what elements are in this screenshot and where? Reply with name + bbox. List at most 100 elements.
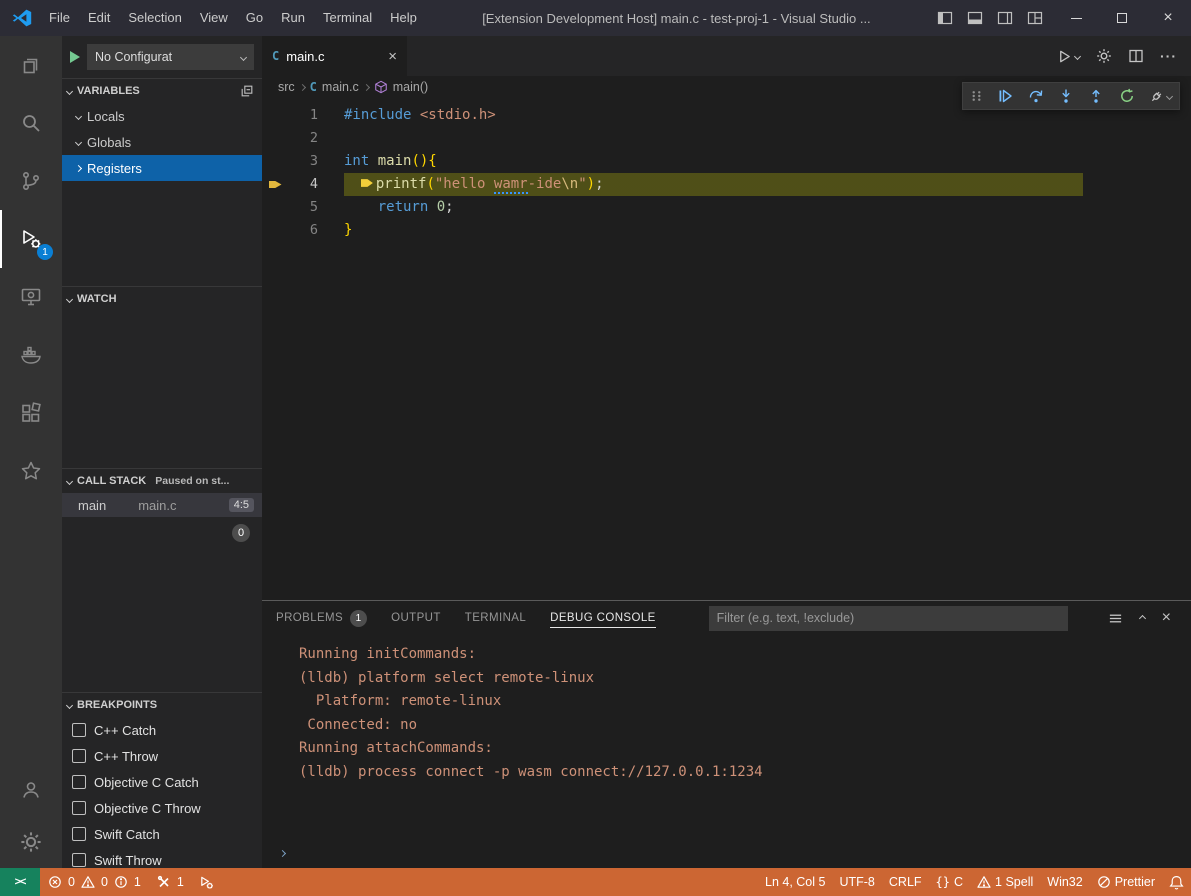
menu-selection[interactable]: Selection — [119, 0, 190, 36]
code-line[interactable]: 3int main(){ — [262, 150, 1191, 173]
breakpoint-objc-catch[interactable]: Objective C Catch — [62, 769, 262, 795]
editor-settings-button[interactable] — [1096, 48, 1112, 64]
checkbox[interactable] — [72, 775, 86, 789]
current-statement-arrow-icon[interactable] — [262, 173, 288, 196]
cursor-position[interactable]: Ln 4, Col 5 — [758, 875, 832, 889]
source-control-icon[interactable] — [0, 152, 62, 210]
tab-main-c[interactable]: C main.c × — [262, 36, 407, 76]
watch-header[interactable]: WATCH — [62, 287, 262, 311]
checkbox[interactable] — [72, 749, 86, 763]
glyph-margin[interactable] — [262, 196, 288, 219]
minimize-button[interactable] — [1053, 0, 1099, 36]
problems-status[interactable]: 0 0 1 — [40, 868, 149, 896]
window-controls: × — [1053, 0, 1191, 36]
console-input-prompt[interactable] — [280, 844, 285, 859]
extensions-icon[interactable] — [0, 384, 62, 442]
settings-gear-icon[interactable] — [0, 816, 62, 868]
glyph-margin[interactable] — [262, 104, 288, 127]
continue-button[interactable] — [997, 88, 1013, 104]
step-out-button[interactable] — [1088, 88, 1104, 104]
tab-close-icon[interactable]: × — [388, 48, 397, 65]
tab-problems[interactable]: PROBLEMS 1 — [276, 610, 367, 627]
close-panel-icon[interactable]: × — [1162, 609, 1171, 627]
breadcrumb-symbol[interactable]: main() — [393, 80, 428, 94]
explorer-icon[interactable] — [0, 36, 62, 94]
checkbox[interactable] — [72, 723, 86, 737]
language-mode[interactable]: {} C — [929, 875, 970, 889]
toggle-sidebar-icon[interactable] — [937, 10, 953, 26]
breakpoint-cpp-throw[interactable]: C++ Throw — [62, 743, 262, 769]
breakpoints-header[interactable]: BREAKPOINTS — [62, 693, 262, 717]
disconnect-button[interactable] — [1149, 88, 1172, 104]
console-filter-input[interactable] — [709, 606, 1068, 631]
remote-explorer-icon[interactable] — [0, 268, 62, 326]
platform-indicator[interactable]: Win32 — [1040, 875, 1089, 889]
code-editor[interactable]: 1#include <stdio.h>23int main(){4 printf… — [262, 98, 1191, 600]
customize-layout-icon[interactable] — [1027, 10, 1043, 26]
filter-lines-icon[interactable] — [1108, 611, 1123, 626]
breadcrumb-file[interactable]: main.c — [322, 80, 359, 94]
call-stack-header[interactable]: CALL STACK Paused on st... — [62, 469, 262, 493]
code-line[interactable]: 6} — [262, 219, 1191, 242]
variables-header[interactable]: VARIABLES — [62, 79, 262, 103]
breakpoint-swift-catch[interactable]: Swift Catch — [62, 821, 262, 847]
toolchain-status[interactable]: 1 — [149, 868, 192, 896]
remote-indicator[interactable]: >< — [0, 868, 40, 896]
maximize-button[interactable] — [1099, 0, 1145, 36]
menu-terminal[interactable]: Terminal — [314, 0, 381, 36]
inline-breakpoint-icon[interactable] — [361, 177, 373, 189]
eol-indicator[interactable]: CRLF — [882, 875, 929, 889]
code-line[interactable]: 4 printf("hello wamr-ide\n"); — [262, 173, 1191, 196]
debug-status-icon[interactable] — [192, 868, 221, 896]
menu-help[interactable]: Help — [381, 0, 426, 36]
toolbar-drag-handle[interactable] — [970, 88, 983, 104]
step-into-button[interactable] — [1058, 88, 1074, 104]
checkbox[interactable] — [72, 827, 86, 841]
favorites-star-icon[interactable] — [0, 442, 62, 500]
accounts-icon[interactable] — [0, 764, 62, 816]
variables-globals-row[interactable]: Globals — [62, 129, 262, 155]
toggle-panel-icon[interactable] — [967, 10, 983, 26]
notifications-bell-icon[interactable] — [1162, 875, 1191, 890]
more-actions-button[interactable]: ··· — [1160, 48, 1177, 64]
spell-checker-status[interactable]: 1 Spell — [970, 875, 1040, 889]
run-and-debug-icon[interactable]: 1 — [0, 210, 62, 268]
collapse-all-icon[interactable] — [240, 84, 254, 98]
code-line[interactable]: 2 — [262, 127, 1191, 150]
menu-file[interactable]: File — [40, 0, 79, 36]
checkbox[interactable] — [72, 801, 86, 815]
search-icon[interactable] — [0, 94, 62, 152]
breakpoint-cpp-catch[interactable]: C++ Catch — [62, 717, 262, 743]
checkbox[interactable] — [72, 853, 86, 867]
close-window-button[interactable]: × — [1145, 0, 1191, 36]
menu-view[interactable]: View — [191, 0, 237, 36]
glyph-margin[interactable] — [262, 219, 288, 242]
breadcrumb-folder[interactable]: src — [278, 80, 295, 94]
start-debug-icon[interactable] — [70, 51, 80, 63]
tab-terminal[interactable]: TERMINAL — [465, 612, 526, 624]
variables-locals-row[interactable]: Locals — [62, 103, 262, 129]
debug-config-dropdown[interactable]: No Configurat — [87, 44, 254, 70]
menu-run[interactable]: Run — [272, 0, 314, 36]
toggle-secondary-sidebar-icon[interactable] — [997, 10, 1013, 26]
menu-go[interactable]: Go — [237, 0, 272, 36]
stack-frame-row[interactable]: main main.c 4:5 — [62, 493, 262, 517]
maximize-panel-icon[interactable] — [1139, 614, 1146, 621]
code-line[interactable]: 5 return 0; — [262, 196, 1191, 219]
breakpoint-swift-throw[interactable]: Swift Throw — [62, 847, 262, 868]
docker-icon[interactable] — [0, 326, 62, 384]
variables-registers-row[interactable]: Registers — [62, 155, 262, 181]
restart-button[interactable] — [1119, 88, 1135, 104]
glyph-margin[interactable] — [262, 127, 288, 150]
glyph-margin[interactable] — [262, 150, 288, 173]
menu-edit[interactable]: Edit — [79, 0, 119, 36]
call-stack-section: CALL STACK Paused on st... main main.c 4… — [62, 468, 262, 692]
encoding-indicator[interactable]: UTF-8 — [832, 875, 881, 889]
tab-debug-console[interactable]: DEBUG CONSOLE — [550, 612, 656, 624]
breakpoint-objc-throw[interactable]: Objective C Throw — [62, 795, 262, 821]
split-editor-button[interactable] — [1128, 48, 1144, 64]
formatter-status[interactable]: Prettier — [1090, 875, 1162, 889]
run-file-button[interactable] — [1057, 49, 1080, 64]
step-over-button[interactable] — [1028, 88, 1044, 104]
tab-output[interactable]: OUTPUT — [391, 612, 441, 624]
